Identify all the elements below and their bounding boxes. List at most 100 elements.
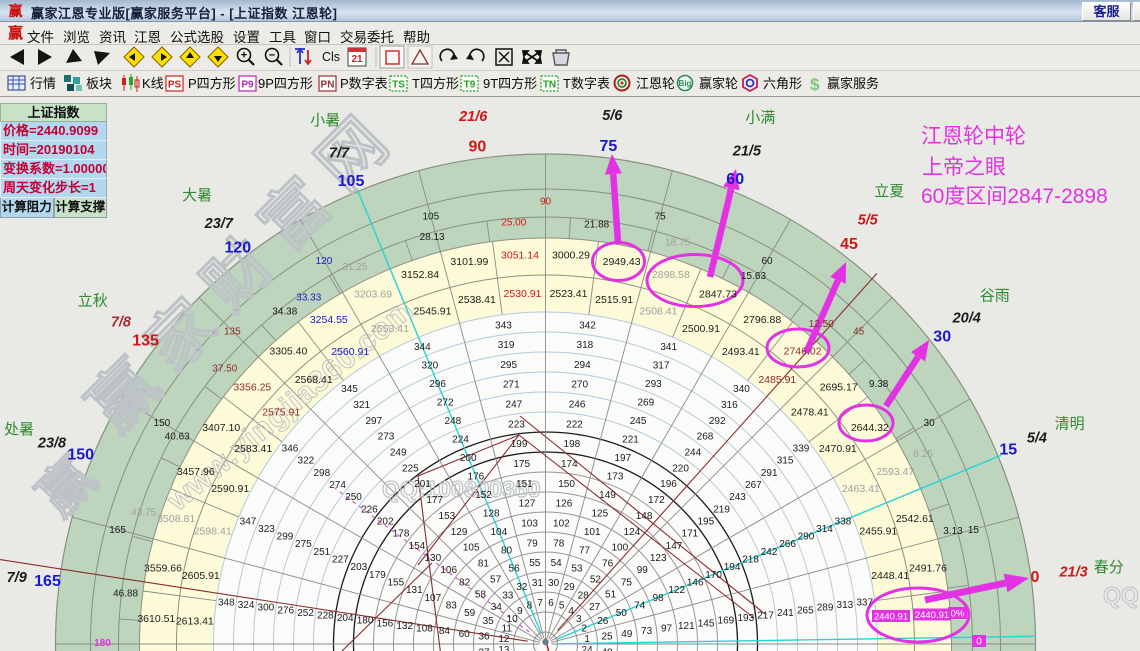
svg-text:276: 276 (277, 605, 294, 616)
svg-text:5/6: 5/6 (602, 108, 623, 124)
svg-text:45: 45 (853, 326, 865, 337)
svg-text:265: 265 (797, 605, 814, 616)
svg-text:上帝之眼: 上帝之眼 (922, 156, 1006, 179)
svg-text:202: 202 (377, 517, 394, 528)
svg-text:180: 180 (94, 638, 111, 649)
svg-text:299: 299 (277, 532, 294, 543)
svg-text:2568.41: 2568.41 (295, 374, 333, 386)
svg-text:25.00: 25.00 (501, 218, 526, 229)
svg-text:7/9: 7/9 (7, 570, 27, 586)
svg-text:49: 49 (621, 629, 633, 640)
svg-text:151: 151 (516, 479, 533, 490)
svg-text:7/7: 7/7 (329, 146, 350, 162)
svg-text:245: 245 (630, 416, 647, 427)
svg-text:244: 244 (684, 448, 701, 459)
svg-text:12.50: 12.50 (809, 319, 834, 330)
svg-text:3305.40: 3305.40 (269, 345, 307, 357)
svg-text:26: 26 (597, 616, 609, 627)
svg-text:344: 344 (414, 342, 431, 353)
svg-text:2605.91: 2605.91 (182, 570, 220, 582)
svg-text:24: 24 (582, 645, 594, 651)
svg-text:2440.91: 2440.91 (874, 611, 908, 622)
svg-text:82: 82 (459, 577, 471, 588)
svg-text:107: 107 (424, 593, 441, 604)
svg-text:江恩轮中轮: 江恩轮中轮 (921, 125, 1026, 148)
svg-text:75: 75 (621, 577, 633, 588)
svg-text:317: 317 (653, 361, 670, 372)
svg-text:Cls: Cls (322, 50, 340, 64)
svg-text:247: 247 (506, 400, 523, 411)
svg-text:150: 150 (558, 479, 575, 490)
svg-text:131: 131 (406, 585, 423, 596)
svg-text:99: 99 (637, 565, 649, 576)
svg-text:2530.91: 2530.91 (504, 288, 542, 300)
svg-text:T四方形: T四方形 (412, 76, 459, 91)
svg-text:9T四方形: 9T四方形 (483, 76, 537, 91)
svg-text:155: 155 (387, 578, 404, 589)
svg-text:54: 54 (551, 558, 563, 569)
svg-text:345: 345 (341, 384, 358, 395)
svg-text:152: 152 (475, 490, 492, 501)
svg-text:338: 338 (835, 516, 852, 527)
svg-text:2695.17: 2695.17 (820, 381, 858, 393)
svg-text:172: 172 (648, 495, 665, 506)
svg-text:79: 79 (527, 538, 539, 549)
svg-text:73: 73 (641, 626, 653, 637)
svg-text:9.38: 9.38 (869, 379, 889, 390)
svg-text:34.38: 34.38 (272, 306, 297, 317)
svg-text:2746.02: 2746.02 (784, 345, 822, 357)
svg-text:6: 6 (548, 598, 554, 609)
svg-text:226: 226 (361, 504, 378, 515)
svg-text:3.13: 3.13 (943, 526, 963, 537)
svg-text:0: 0 (976, 636, 982, 647)
svg-text:2478.41: 2478.41 (791, 407, 829, 419)
svg-text:2485.91: 2485.91 (758, 374, 796, 386)
svg-text:76: 76 (602, 559, 614, 570)
svg-text:2898.58: 2898.58 (652, 269, 690, 281)
svg-text:248: 248 (445, 416, 462, 427)
svg-text:21/6: 21/6 (458, 109, 488, 125)
svg-text:QQ:100: QQ:100 (1103, 582, 1140, 608)
svg-text:105: 105 (422, 212, 439, 223)
svg-text:195: 195 (697, 517, 714, 528)
svg-text:处暑: 处暑 (4, 421, 34, 438)
svg-text:13: 13 (498, 645, 510, 651)
svg-text:273: 273 (378, 432, 395, 443)
svg-text:266: 266 (779, 539, 796, 550)
svg-text:板块: 板块 (86, 76, 112, 91)
svg-text:250: 250 (345, 492, 362, 503)
svg-text:171: 171 (682, 529, 699, 540)
svg-text:37.50: 37.50 (212, 364, 237, 375)
svg-text:21: 21 (351, 54, 363, 65)
svg-text:289: 289 (817, 603, 834, 614)
svg-text:立秋: 立秋 (78, 292, 108, 309)
svg-text:28.13: 28.13 (420, 232, 445, 243)
svg-text:293: 293 (645, 379, 662, 390)
svg-text:80: 80 (501, 545, 513, 556)
svg-text:105: 105 (338, 173, 365, 190)
svg-text:3051.14: 3051.14 (501, 249, 539, 261)
svg-text:130: 130 (424, 553, 441, 564)
svg-text:290: 290 (798, 532, 815, 543)
svg-text:3: 3 (576, 614, 582, 625)
svg-text:37: 37 (478, 648, 490, 651)
svg-text:45: 45 (840, 236, 858, 253)
svg-text:18.75: 18.75 (665, 238, 690, 249)
svg-text:34: 34 (491, 602, 503, 613)
svg-text:343: 343 (495, 320, 512, 331)
svg-text:2593.47: 2593.47 (876, 466, 914, 478)
svg-text:46.88: 46.88 (113, 588, 138, 599)
svg-text:84: 84 (439, 626, 451, 637)
svg-text:5/5: 5/5 (858, 212, 879, 228)
svg-text:296: 296 (429, 379, 446, 390)
svg-text:60: 60 (459, 629, 471, 640)
svg-text:3559.66: 3559.66 (144, 562, 182, 574)
svg-text:78: 78 (553, 538, 565, 549)
svg-text:81: 81 (478, 559, 490, 570)
svg-text:337: 337 (856, 598, 873, 609)
svg-text:242: 242 (761, 547, 778, 558)
svg-text:271: 271 (503, 380, 520, 391)
svg-text:175: 175 (513, 459, 530, 470)
svg-text:PN: PN (321, 80, 335, 91)
svg-text:173: 173 (607, 471, 624, 482)
